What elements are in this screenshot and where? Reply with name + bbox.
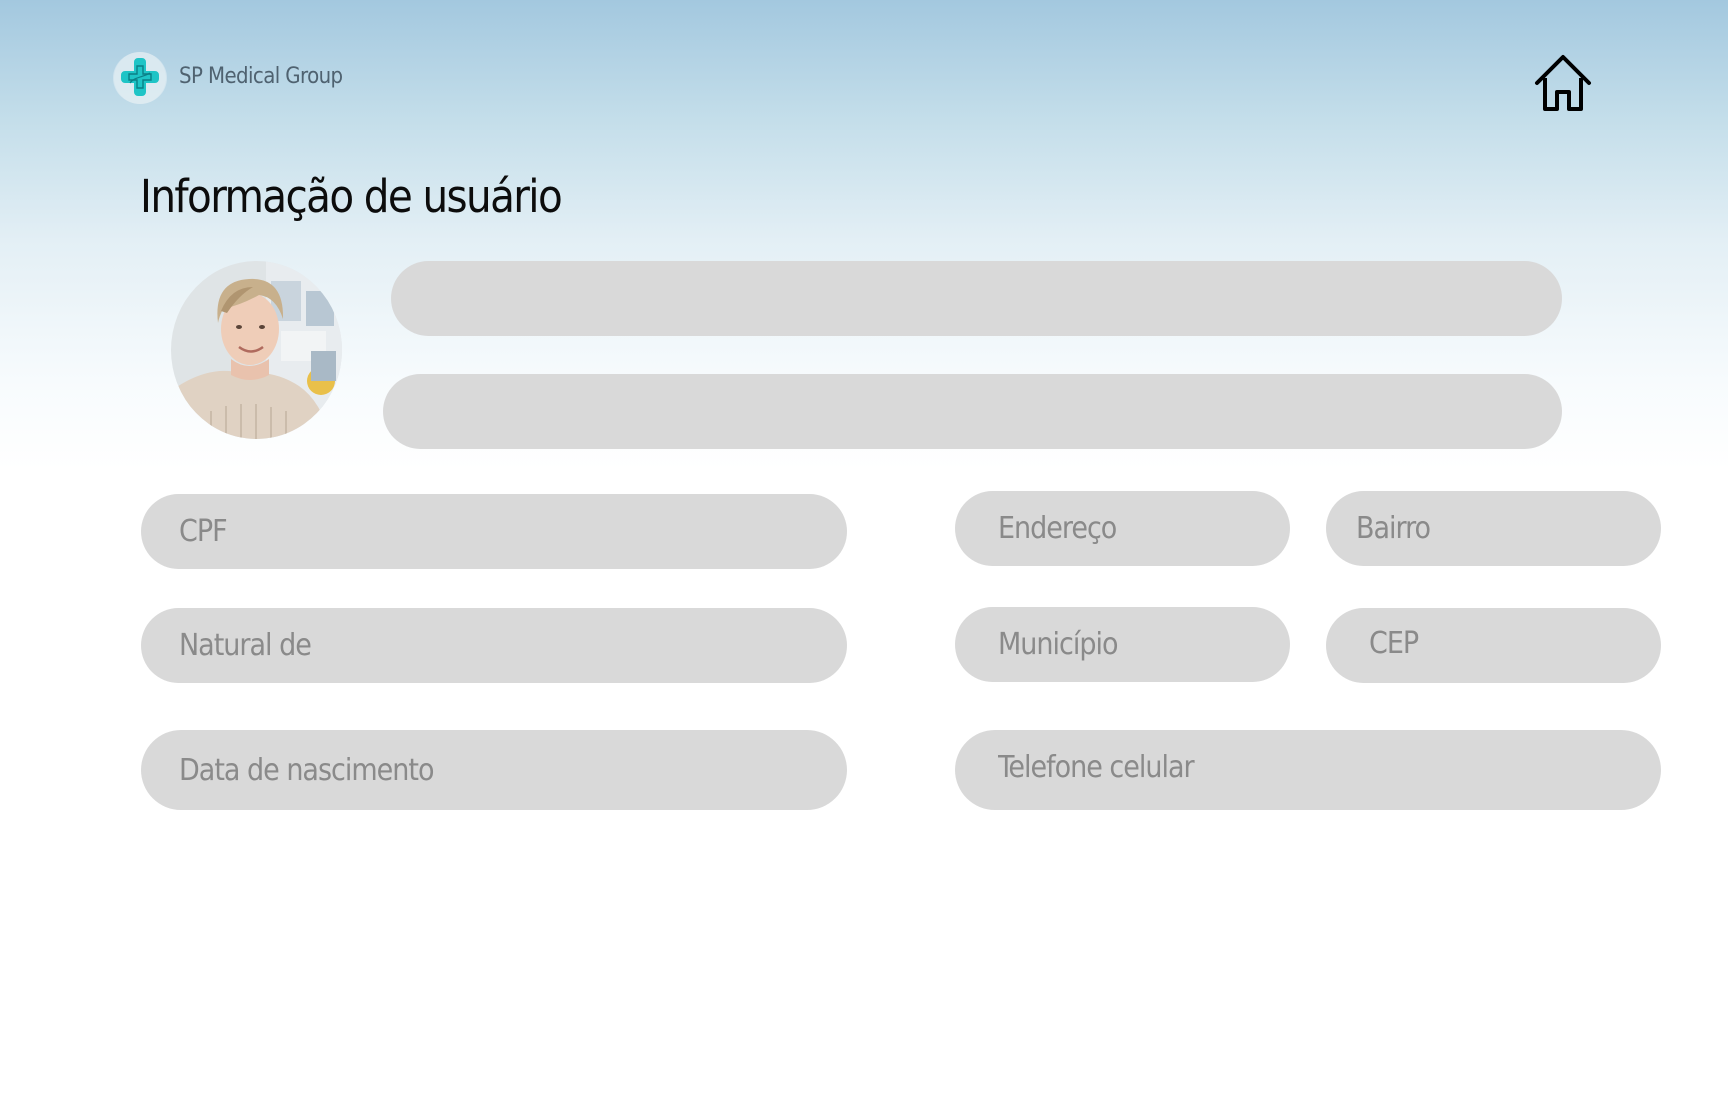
cep-field[interactable] [1326, 608, 1661, 683]
page-title: Informação de usuário [140, 170, 563, 223]
avatar [171, 261, 342, 439]
mobile-phone-field[interactable] [955, 730, 1661, 810]
natural-de-field[interactable] [141, 608, 847, 683]
neighborhood-field[interactable] [1326, 491, 1661, 566]
secondary-info-field[interactable] [383, 374, 1562, 449]
home-icon [1535, 55, 1591, 111]
name-field[interactable] [391, 261, 1562, 336]
brand-name: SP Medical Group [179, 64, 343, 89]
medical-cross-logo-icon [113, 52, 167, 104]
birth-date-field[interactable] [141, 730, 847, 810]
user-photo [171, 261, 342, 439]
home-button[interactable] [1532, 52, 1594, 114]
address-field[interactable] [955, 491, 1290, 566]
city-field[interactable] [955, 607, 1290, 682]
cpf-field[interactable] [141, 494, 847, 569]
